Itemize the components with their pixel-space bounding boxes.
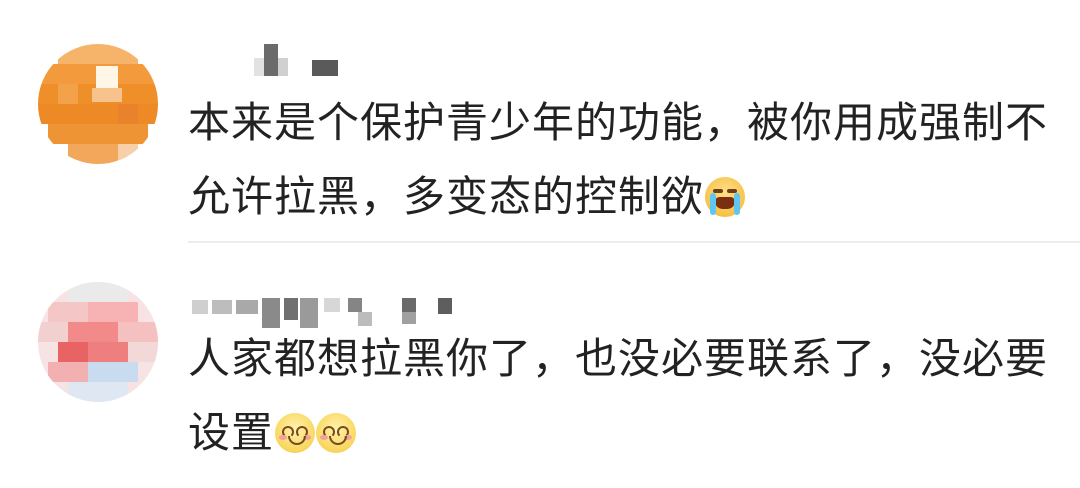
avatar[interactable] <box>38 282 158 402</box>
username[interactable] <box>188 40 488 76</box>
comment-text: 人家都想拉黑你了，也没必要联系了，没必要设置 <box>188 322 1048 470</box>
smiling-face-icon <box>316 413 357 453</box>
comment-text-content: 本来是个保护青少年的功能，被你用成强制不允许拉黑，多变态的控制欲 <box>188 98 1049 221</box>
comment-text: 本来是个保护青少年的功能，被你用成强制不允许拉黑，多变态的控制欲 <box>188 86 1048 234</box>
comment-item: 人家都想拉黑你了，也没必要联系了，没必要设置 <box>0 246 1080 488</box>
avatar[interactable] <box>38 44 158 164</box>
smiling-face-icon <box>275 413 316 453</box>
divider <box>188 241 1080 243</box>
comment-item: 本来是个保护青少年的功能，被你用成强制不允许拉黑，多变态的控制欲 <box>0 0 1080 244</box>
crying-face-icon <box>705 177 746 217</box>
username[interactable] <box>188 290 488 328</box>
